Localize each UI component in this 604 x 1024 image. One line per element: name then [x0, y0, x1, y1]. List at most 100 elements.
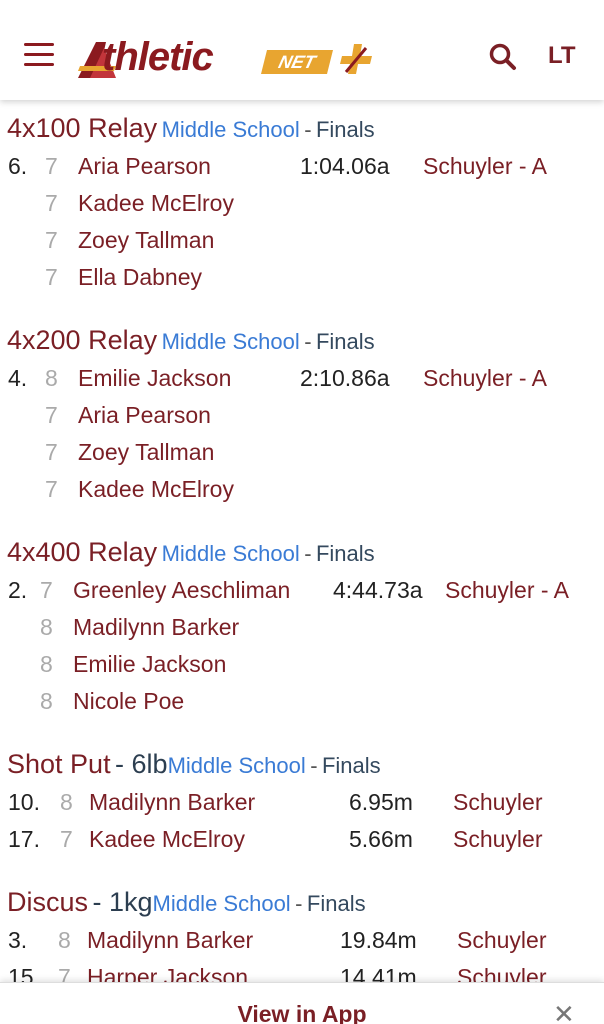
athlete-link[interactable]: Aria Pearson	[78, 397, 211, 434]
event-section: Discus - 1kgMiddle School - Finals 3. 8 Mad…	[0, 882, 604, 996]
result-row: 7 Ella Dabney	[0, 259, 604, 296]
close-icon[interactable]: ✕	[553, 999, 575, 1024]
event-name[interactable]: 4x100 Relay	[7, 113, 157, 143]
result-row: 10. 8 Madilynn Barker 6.95m Schuyler	[0, 784, 604, 821]
event-name[interactable]: 4x400 Relay	[7, 537, 157, 567]
event-name[interactable]: Shot Put	[7, 749, 111, 779]
result-row: 7 Zoey Tallman	[0, 222, 604, 259]
result-row: 8 Nicole Poe	[0, 683, 604, 720]
result-row: 17. 7 Kadee McElroy 5.66m Schuyler	[0, 821, 604, 858]
grade: 8	[58, 927, 71, 953]
grade: 8	[40, 614, 53, 640]
team-link[interactable]: Schuyler - A	[423, 148, 547, 185]
event-level[interactable]: Middle School	[162, 329, 300, 354]
plus-icon	[340, 44, 372, 74]
athlete-link[interactable]: Ella Dabney	[78, 259, 202, 296]
event-name[interactable]: 4x200 Relay	[7, 325, 157, 355]
athleticnet-logo[interactable]: thletic NET	[76, 34, 376, 82]
app-banner: View in App ✕	[0, 982, 604, 1024]
mark: 19.84m	[340, 927, 417, 953]
result-row: 7 Kadee McElroy	[0, 471, 604, 508]
event-section: Shot Put - 6lbMiddle School - Finals 10. 8…	[0, 744, 604, 858]
athlete-link[interactable]: Zoey Tallman	[78, 434, 214, 471]
athlete-link[interactable]: Madilynn Barker	[89, 784, 255, 821]
event-name[interactable]: Discus	[7, 887, 88, 917]
result-row: 2. 7 Greenley Aeschliman 4:44.73a Schuyler -…	[0, 572, 604, 609]
event-spec: - 1kg	[92, 887, 153, 917]
result-row: 4. 8 Emilie Jackson 2:10.86a Schuyler - A	[0, 360, 604, 397]
event-separator: -	[304, 117, 312, 142]
place: 4.	[8, 365, 28, 391]
result-row: 6. 7 Aria Pearson 1:04.06a Schuyler - A	[0, 148, 604, 185]
athlete-link[interactable]: Nicole Poe	[73, 683, 184, 720]
place: 3.	[8, 927, 28, 953]
event-section: 4x200 Relay Middle School - Finals 4. 8 Emi…	[0, 320, 604, 508]
event-round: Finals	[315, 329, 375, 354]
event-header: 4x200 Relay Middle School - Finals	[0, 320, 604, 360]
grade: 7	[45, 439, 58, 465]
athlete-link[interactable]: Aria Pearson	[78, 148, 211, 185]
athlete-link[interactable]: Kadee McElroy	[89, 821, 245, 858]
event-separator: -	[295, 891, 303, 916]
athlete-link[interactable]: Emilie Jackson	[78, 360, 231, 397]
result-row: 8 Emilie Jackson	[0, 646, 604, 683]
event-section: 4x100 Relay Middle School - Finals 6. 7 Ari…	[0, 108, 604, 296]
language-button[interactable]: LT	[548, 42, 576, 70]
event-level[interactable]: Middle School	[168, 753, 306, 778]
grade: 7	[45, 153, 58, 179]
event-header: Shot Put - 6lbMiddle School - Finals	[0, 744, 604, 784]
grade: 7	[45, 190, 58, 216]
event-level[interactable]: Middle School	[162, 117, 300, 142]
event-level[interactable]: Middle School	[162, 541, 300, 566]
grade: 8	[40, 651, 53, 677]
logo-text: thletic	[102, 35, 214, 79]
team-link[interactable]: Schuyler - A	[445, 572, 569, 609]
event-round: Finals	[321, 753, 381, 778]
grade: 7	[60, 826, 73, 852]
view-in-app-button[interactable]: View in App	[0, 1001, 604, 1024]
event-section: 4x400 Relay Middle School - Finals 2. 7 Gre…	[0, 532, 604, 720]
event-separator: -	[304, 541, 312, 566]
event-round: Finals	[315, 541, 375, 566]
grade: 7	[45, 227, 58, 253]
team-link[interactable]: Schuyler - A	[423, 360, 547, 397]
result-row: 8 Madilynn Barker	[0, 609, 604, 646]
grade: 8	[45, 365, 58, 391]
result-row: 7 Kadee McElroy	[0, 185, 604, 222]
event-header: 4x100 Relay Middle School - Finals	[0, 108, 604, 148]
result-row: 3. 8 Madilynn Barker 19.84m Schuyler	[0, 922, 604, 959]
mark: 4:44.73a	[333, 577, 423, 603]
mark: 5.66m	[349, 826, 413, 852]
team-link[interactable]: Schuyler	[457, 922, 546, 959]
result-row: 7 Zoey Tallman	[0, 434, 604, 471]
event-separator: -	[304, 329, 312, 354]
athlete-link[interactable]: Greenley Aeschliman	[73, 572, 290, 609]
grade: 8	[60, 789, 73, 815]
search-icon[interactable]	[488, 42, 518, 72]
place: 10.	[8, 789, 40, 815]
athlete-link[interactable]: Zoey Tallman	[78, 222, 214, 259]
athlete-link[interactable]: Emilie Jackson	[73, 646, 226, 683]
grade: 8	[40, 688, 53, 714]
mark: 6.95m	[349, 789, 413, 815]
team-link[interactable]: Schuyler	[453, 784, 542, 821]
athlete-link[interactable]: Madilynn Barker	[73, 609, 239, 646]
athlete-link[interactable]: Kadee McElroy	[78, 185, 234, 222]
event-round: Finals	[306, 891, 366, 916]
result-row: 7 Aria Pearson	[0, 397, 604, 434]
logo-net: NET	[261, 50, 333, 74]
event-header: 4x400 Relay Middle School - Finals	[0, 532, 604, 572]
menu-icon[interactable]	[24, 41, 54, 67]
athlete-link[interactable]: Kadee McElroy	[78, 471, 234, 508]
event-level[interactable]: Middle School	[153, 891, 291, 916]
results-list: 4x100 Relay Middle School - Finals 6. 7 Ari…	[0, 108, 604, 1020]
place: 17.	[8, 826, 40, 852]
event-header: Discus - 1kgMiddle School - Finals	[0, 882, 604, 922]
grade: 7	[45, 402, 58, 428]
team-link[interactable]: Schuyler	[453, 821, 542, 858]
event-spec: - 6lb	[115, 749, 168, 779]
athlete-link[interactable]: Madilynn Barker	[87, 922, 253, 959]
place: 6.	[8, 153, 28, 179]
mark: 1:04.06a	[300, 153, 390, 179]
grade: 7	[45, 476, 58, 502]
